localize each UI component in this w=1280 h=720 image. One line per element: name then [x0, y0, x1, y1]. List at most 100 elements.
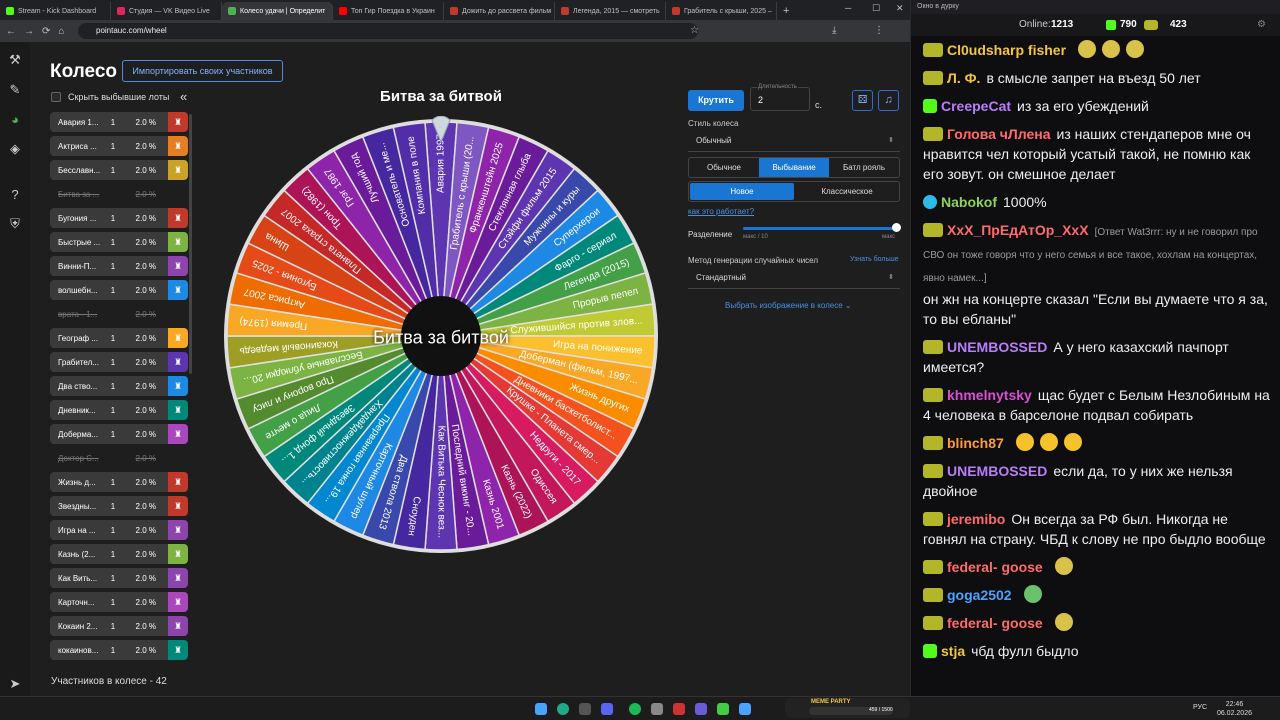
wheel-icon[interactable]: ◕ — [11, 112, 19, 127]
lot-row[interactable]: кокаинов... 1 2.0 % ♜ — [50, 640, 188, 660]
lot-color-icon[interactable]: ♜ — [168, 112, 188, 132]
learn-more-link[interactable]: Узнать больше — [850, 256, 899, 263]
minimize-icon[interactable]: ─ — [845, 3, 851, 13]
lot-color-icon[interactable]: ♜ — [168, 328, 188, 348]
browser-tab[interactable]: Грабитель с крыши, 2025 – — [666, 2, 777, 20]
lot-color-icon[interactable]: ♜ — [168, 640, 188, 660]
lot-color-icon[interactable]: ♜ — [168, 568, 188, 588]
reload-icon[interactable]: ⟳ — [42, 26, 50, 37]
help-icon[interactable]: ? — [11, 187, 18, 202]
browser-tab[interactable]: Студия — VK Видео Live — [111, 2, 222, 20]
lot-color-icon[interactable]: ♜ — [168, 400, 188, 420]
chat-username[interactable]: ХхХ_ПрЕдАтОр_ХхХ — [947, 222, 1089, 238]
bookmark-star-icon[interactable]: ☆ — [690, 25, 699, 36]
lot-row[interactable]: Бесславн... 1 2.0 % ♜ — [50, 160, 188, 180]
elimination-type-tab[interactable]: Классическое — [795, 182, 899, 201]
chat-username[interactable]: federal- goose — [947, 559, 1043, 575]
lot-row[interactable]: Карточн... 1 2.0 % ♜ — [50, 592, 188, 612]
app-icon[interactable] — [695, 703, 707, 715]
lot-row[interactable]: Быстрые ... 1 2.0 % ♜ — [50, 232, 188, 252]
app-icon[interactable] — [717, 703, 729, 715]
clock[interactable]: 22:46 06.02.2026 — [1217, 700, 1252, 718]
discord-icon[interactable] — [601, 703, 613, 715]
browser-tab[interactable]: Колесо удачи | Определит — [222, 2, 333, 20]
lot-color-icon[interactable]: ♜ — [168, 136, 188, 156]
meme-party-widget[interactable]: MEME PARTY 459 / 1500 — [785, 698, 910, 718]
back-icon[interactable]: ← — [6, 26, 16, 37]
lot-row[interactable]: Звездны... 1 2.0 % ♜ — [50, 496, 188, 516]
mode-tab[interactable]: Выбывание — [759, 158, 829, 177]
app-icon[interactable] — [673, 703, 685, 715]
lot-row[interactable]: Дневник... 1 2.0 % ♜ — [50, 400, 188, 420]
elimination-type-tab[interactable]: Новое — [690, 183, 794, 200]
chat-username[interactable]: federal- goose — [947, 615, 1043, 631]
app-icon[interactable] — [739, 703, 751, 715]
wheel-style-select[interactable]: Обычный ⬍ — [688, 130, 900, 152]
lot-row[interactable]: Казнь (2... 1 2.0 % ♜ — [50, 544, 188, 564]
lot-row[interactable]: Битва за ...2.0 %♜ — [50, 184, 188, 204]
chat-username[interactable]: Nabokof — [941, 194, 997, 210]
chat-username[interactable]: blinch87 — [947, 435, 1004, 451]
lot-color-icon[interactable]: ♜ — [168, 496, 188, 516]
browser-tab[interactable]: Топ Гир Поездка в Украин — [333, 2, 444, 20]
spotify-icon[interactable] — [629, 703, 641, 715]
mode-tab[interactable]: Обычное — [689, 158, 759, 177]
shield-icon[interactable]: ⛨ — [10, 216, 20, 232]
duration-value[interactable]: 2 — [758, 95, 763, 105]
rng-method-select[interactable]: Стандартный ⬍ — [688, 267, 900, 289]
download-icon[interactable]: ⤓ — [832, 25, 836, 36]
chrome-icon[interactable] — [557, 703, 569, 715]
music-icon[interactable]: ♫ — [878, 90, 899, 111]
close-icon[interactable]: ✕ — [896, 3, 904, 14]
lot-color-icon[interactable]: ♜ — [168, 376, 188, 396]
choose-image-button[interactable]: Выбрать изображение в колесе ⌄ — [725, 301, 852, 310]
lot-row[interactable]: Грабител... 1 2.0 % ♜ — [50, 352, 188, 372]
forward-icon[interactable]: → — [24, 26, 34, 37]
chat-username[interactable]: stja — [941, 643, 965, 659]
lot-color-icon[interactable]: ♜ — [168, 208, 188, 228]
lot-color-icon[interactable]: ♜ — [168, 544, 188, 564]
telegram-icon[interactable]: ➤ — [10, 676, 21, 692]
spin-button[interactable]: Крутить — [688, 90, 744, 111]
home-icon[interactable]: ⌂ — [58, 26, 64, 37]
chat-username[interactable]: CreepeCat — [941, 98, 1011, 114]
chat-username[interactable]: Л. Ф. — [947, 70, 980, 86]
lot-row[interactable]: Доберма... 1 2.0 % ♜ — [50, 424, 188, 444]
lot-color-icon[interactable]: ♜ — [168, 160, 188, 180]
lot-color-icon[interactable]: ♜ — [168, 616, 188, 636]
lot-color-icon[interactable]: ♜ — [168, 232, 188, 252]
url-field[interactable]: pointauc.com/wheel — [78, 23, 698, 39]
lot-color-icon[interactable]: ♜ — [168, 592, 188, 612]
lot-row[interactable]: Актриса ... 1 2.0 % ♜ — [50, 136, 188, 156]
new-tab-icon[interactable]: + — [777, 2, 795, 20]
chat-username[interactable]: khmelnytsky — [947, 387, 1032, 403]
settings-gear-icon[interactable]: ⚙ — [1257, 19, 1266, 30]
lot-row[interactable]: Кокаин 2... 1 2.0 % ♜ — [50, 616, 188, 636]
lot-color-icon[interactable]: ♜ — [168, 256, 188, 276]
layers-icon[interactable]: ◈ — [10, 141, 20, 157]
windows-start-icon[interactable] — [535, 703, 547, 715]
lot-color-icon[interactable]: ♜ — [168, 472, 188, 492]
chat-username[interactable]: UNEMBOSSED — [947, 339, 1047, 355]
how-it-works-link[interactable]: как это работает? — [688, 207, 754, 216]
lot-row[interactable]: Как Вить... 1 2.0 % ♜ — [50, 568, 188, 588]
lot-color-icon[interactable]: ♜ — [168, 520, 188, 540]
lot-color-icon[interactable]: ♜ — [168, 280, 188, 300]
app-icon[interactable] — [651, 703, 663, 715]
checkbox-box[interactable] — [51, 92, 61, 102]
split-slider-track[interactable] — [743, 227, 897, 230]
language-indicator[interactable]: РУС — [1193, 704, 1207, 711]
maximize-icon[interactable]: ☐ — [872, 3, 880, 14]
browser-tab[interactable]: Дожить до рассвета фильм — [444, 2, 555, 20]
chat-username[interactable]: jeremibo — [947, 511, 1005, 527]
lot-row[interactable]: Авария 1... 1 2.0 % ♜ — [50, 112, 188, 132]
lot-row[interactable]: Географ ... 1 2.0 % ♜ — [50, 328, 188, 348]
import-participants-button[interactable]: Импортировать своих участников — [122, 60, 283, 82]
lot-row[interactable]: Винни-П... 1 2.0 % ♜ — [50, 256, 188, 276]
mode-tab[interactable]: Батл рояль — [829, 158, 899, 177]
chat-username[interactable]: Cl0udsharp fisher — [947, 42, 1066, 58]
app-icon[interactable] — [579, 703, 591, 715]
menu-dots-icon[interactable]: ⋮ — [874, 25, 884, 36]
lot-row[interactable]: Два ство... 1 2.0 % ♜ — [50, 376, 188, 396]
lot-row[interactable]: волшебн... 1 2.0 % ♜ — [50, 280, 188, 300]
